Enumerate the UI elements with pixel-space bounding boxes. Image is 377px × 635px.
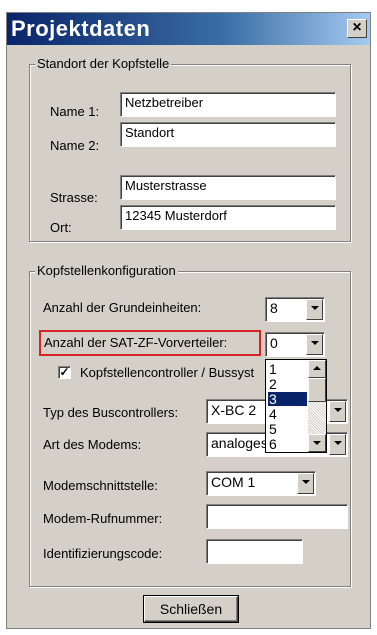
- strasse-field[interactable]: Musterstrasse: [120, 175, 336, 200]
- vorverteiler-dropdown-list[interactable]: 1 2 3 4 5 6: [265, 359, 327, 453]
- dropdown-option[interactable]: 6: [268, 437, 307, 451]
- title-bar[interactable]: Projektdaten ×: [7, 13, 370, 45]
- modem-value: analoges: [211, 435, 268, 451]
- vorverteiler-combo[interactable]: 0: [265, 332, 325, 357]
- ident-label: Identifizierungscode:: [43, 546, 163, 561]
- dropdown-option[interactable]: 5: [268, 422, 307, 436]
- close-button-frame: Schließen: [143, 595, 239, 623]
- konfig-legend: Kopfstellenkonfiguration: [35, 263, 178, 278]
- name2-label: Name 2:: [50, 138, 100, 153]
- scroll-thumb[interactable]: [308, 378, 326, 402]
- chevron-down-icon[interactable]: [297, 473, 314, 494]
- projektdaten-dialog: Projektdaten × Standort der Kopfstelle N…: [6, 12, 371, 629]
- controller-checkbox-label: Kopfstellencontroller / Bussyst: [80, 365, 255, 380]
- buscontroller-label: Typ des Buscontrollers:: [43, 405, 179, 420]
- window-title: Projektdaten: [11, 16, 151, 41]
- chevron-down-icon[interactable]: [329, 401, 346, 422]
- schnittstelle-combo[interactable]: COM 1: [206, 471, 316, 496]
- name1-field[interactable]: Netzbetreiber: [120, 92, 336, 117]
- dropdown-option[interactable]: 2: [268, 377, 307, 391]
- buscontroller-value: X-BC 2: [211, 402, 257, 418]
- name2-field[interactable]: Standort: [120, 122, 336, 147]
- scroll-up-icon[interactable]: [308, 360, 326, 378]
- vorverteiler-label: Anzahl der SAT-ZF-Vorverteiler:: [44, 335, 228, 350]
- dropdown-option-selected[interactable]: 3: [268, 392, 307, 406]
- strasse-label: Strasse:: [50, 190, 98, 205]
- close-icon[interactable]: ×: [347, 19, 367, 38]
- scroll-down-icon[interactable]: [308, 434, 326, 452]
- close-button[interactable]: Schließen: [144, 596, 238, 622]
- rufnummer-label: Modem-Rufnummer:: [43, 511, 163, 526]
- chevron-down-icon[interactable]: [329, 434, 346, 455]
- ort-field[interactable]: 12345 Musterdorf: [120, 205, 336, 230]
- chevron-down-icon[interactable]: [306, 334, 323, 355]
- dropdown-scrollbar[interactable]: [308, 360, 326, 452]
- grundeinheiten-label: Anzahl der Grundeinheiten:: [43, 300, 202, 315]
- schnittstelle-label: Modemschnittstelle:: [43, 478, 158, 493]
- controller-checkbox[interactable]: ✓: [58, 366, 71, 379]
- grundeinheiten-value: 8: [270, 300, 278, 316]
- chevron-down-icon[interactable]: [306, 299, 323, 320]
- modem-label: Art des Modems:: [43, 437, 142, 452]
- rufnummer-field[interactable]: [206, 504, 348, 529]
- name1-label: Name 1:: [50, 104, 100, 119]
- dropdown-option[interactable]: 1: [268, 362, 307, 376]
- schnittstelle-value: COM 1: [211, 474, 256, 490]
- standort-legend: Standort der Kopfstelle: [35, 56, 172, 71]
- vorverteiler-value: 0: [270, 335, 278, 351]
- grundeinheiten-combo[interactable]: 8: [265, 297, 325, 322]
- dropdown-option[interactable]: 4: [268, 407, 307, 421]
- ident-field[interactable]: [206, 539, 303, 564]
- ort-label: Ort:: [50, 220, 72, 235]
